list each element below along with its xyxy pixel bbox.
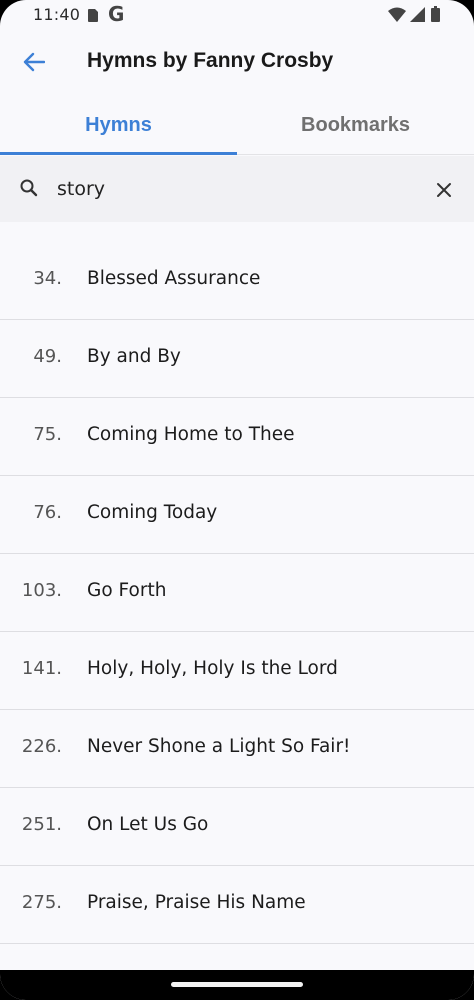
status-time: 11:40 (33, 5, 81, 24)
tab-hymns[interactable]: Hymns (0, 96, 237, 154)
search-input[interactable] (57, 173, 417, 205)
tab-hymns-label: Hymns (85, 113, 152, 136)
google-icon: G (108, 2, 125, 26)
list-item[interactable]: 226. Never Shone a Light So Fair! (0, 710, 474, 788)
list-item[interactable]: 49. By and By (0, 320, 474, 398)
hymn-title: Never Shone a Light So Fair! (87, 736, 351, 757)
search-bar (0, 156, 474, 222)
close-icon[interactable] (432, 178, 456, 202)
hymn-title: Blessed Assurance (87, 268, 261, 289)
status-bar: 11:40 G (0, 0, 474, 32)
tab-bookmarks[interactable]: Bookmarks (237, 96, 474, 154)
list-item[interactable]: 141. Holy, Holy, Holy Is the Lord (0, 632, 474, 710)
page-title: Hymns by Fanny Crosby (87, 49, 334, 72)
hymn-title: Praise, Praise His Name (87, 892, 306, 913)
signal-icon (410, 7, 425, 22)
list-item[interactable]: 275. Praise, Praise His Name (0, 866, 474, 944)
hymn-number: 75. (33, 424, 62, 445)
hymn-title: On Let Us Go (87, 814, 209, 835)
sim-card-icon (88, 9, 98, 22)
list-item[interactable]: 75. Coming Home to Thee (0, 398, 474, 476)
hymn-title: By and By (87, 346, 181, 367)
tab-bookmarks-label: Bookmarks (301, 113, 410, 136)
battery-icon (431, 6, 440, 22)
hymn-number: 251. (21, 814, 62, 835)
hymn-title: Holy, Holy, Holy Is the Lord (87, 658, 338, 679)
hymn-number: 226. (21, 736, 62, 757)
hymn-number: 275. (21, 892, 62, 913)
hymn-number: 49. (33, 346, 62, 367)
hymn-number: 34. (33, 268, 62, 289)
tab-bar: Hymns Bookmarks (0, 96, 474, 155)
search-icon (20, 179, 38, 197)
list-item[interactable]: 251. On Let Us Go (0, 788, 474, 866)
list-item[interactable]: 103. Go Forth (0, 554, 474, 632)
wifi-icon (388, 7, 406, 22)
tab-indicator (0, 152, 237, 155)
hymn-number: 141. (21, 658, 62, 679)
app-screen: 11:40 G Hymns by Fanny Crosby Hymns Book… (0, 0, 474, 1000)
home-indicator[interactable] (171, 982, 303, 987)
back-button[interactable] (14, 42, 54, 82)
arrow-left-icon (23, 52, 45, 72)
app-bar: Hymns by Fanny Crosby (0, 32, 474, 96)
list-item[interactable]: 34. Blessed Assurance (0, 242, 474, 320)
hymn-title: Coming Home to Thee (87, 424, 295, 445)
list-item[interactable]: 76. Coming Today (0, 476, 474, 554)
hymn-list: 34. Blessed Assurance 49. By and By 75. … (0, 242, 474, 944)
hymn-number: 76. (33, 502, 62, 523)
hymn-number: 103. (21, 580, 62, 601)
hymn-title: Coming Today (87, 502, 218, 523)
hymn-title: Go Forth (87, 580, 167, 601)
